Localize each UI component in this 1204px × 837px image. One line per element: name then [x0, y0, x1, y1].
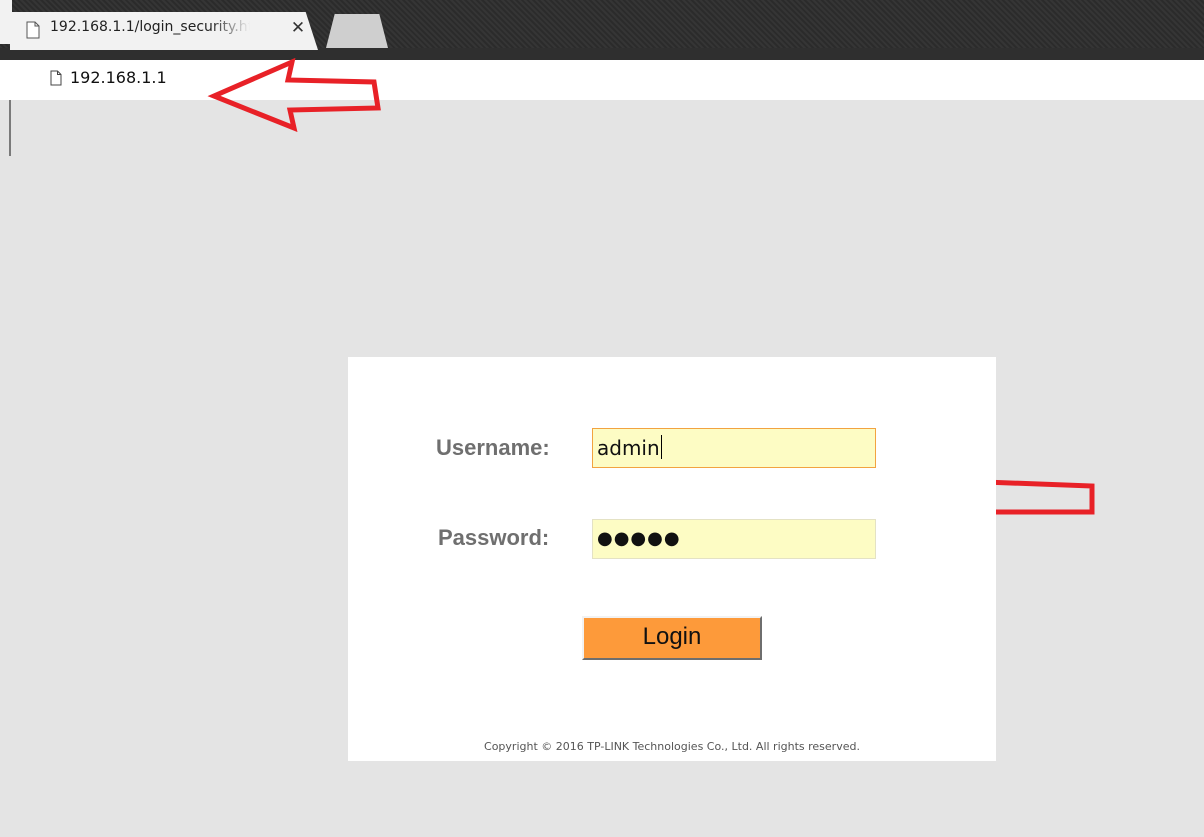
new-tab-button[interactable]: [326, 14, 388, 48]
address-bar[interactable]: 192.168.1.1: [0, 60, 1204, 100]
page-icon: [26, 21, 40, 39]
login-panel: Username: admin Password: ●●●●● Login Co…: [348, 357, 996, 761]
password-mask: ●●●●●: [597, 528, 681, 549]
username-label: Username:: [436, 435, 550, 460]
red-arrow-annotation-address: [207, 58, 381, 132]
close-icon[interactable]: ✕: [286, 16, 310, 40]
text-caret: [660, 435, 662, 459]
tab-title: 192.168.1.1/login_security.html: [50, 19, 250, 35]
browser-tab-active[interactable]: 192.168.1.1/login_security.html ✕: [10, 12, 318, 50]
username-value: admin: [597, 436, 660, 460]
login-button[interactable]: Login: [582, 616, 762, 660]
username-input[interactable]: admin: [592, 428, 876, 468]
password-input[interactable]: ●●●●●: [592, 519, 876, 559]
password-label: Password:: [438, 525, 550, 550]
browser-tab-strip: 192.168.1.1/login_security.html ✕: [0, 0, 1204, 60]
page-icon: [50, 70, 62, 86]
url-text[interactable]: 192.168.1.1: [70, 68, 167, 87]
copyright-text: Copyright © 2016 TP-LINK Technologies Co…: [484, 740, 860, 753]
page-edge-mark: [9, 100, 11, 156]
